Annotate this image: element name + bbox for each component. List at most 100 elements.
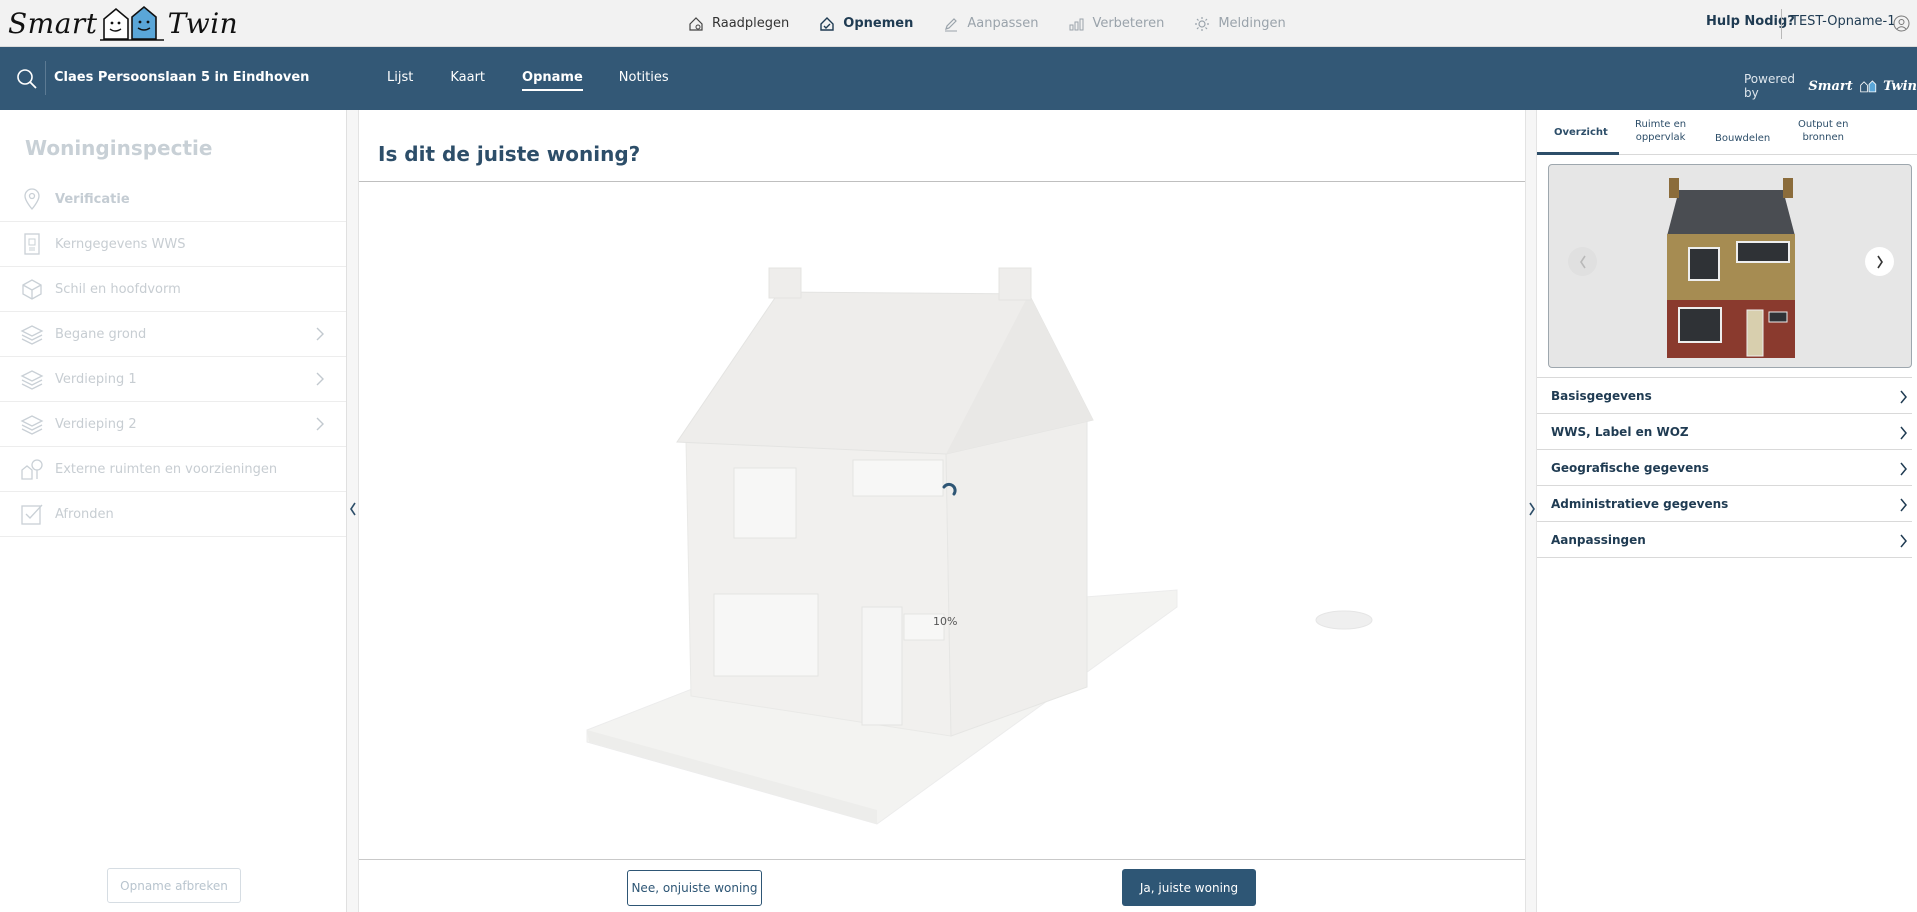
- powered-brand-smart: Smart: [1808, 78, 1853, 94]
- chevron-right-icon: [316, 372, 324, 386]
- tab-label-line-1: Output en: [1798, 119, 1849, 130]
- sidebar-item-verificatie[interactable]: Verificatie: [0, 177, 346, 222]
- user-name[interactable]: TEST-Opname-1: [1791, 14, 1896, 29]
- house-3d-viewer[interactable]: 10%: [359, 182, 1525, 859]
- accordion-label: Aanpassingen: [1551, 532, 1646, 547]
- tab-bouwdelen[interactable]: Bouwdelen: [1715, 132, 1770, 145]
- sidebar-item-verdieping-1[interactable]: Verdieping 1: [0, 357, 346, 402]
- tab-notities[interactable]: Notities: [619, 70, 669, 91]
- main-navigation: Raadplegen Opnemen Aanpassen Verbeteren …: [688, 0, 1286, 47]
- accordion-label: Geografische gegevens: [1551, 460, 1709, 475]
- sidebar-item-label: Verificatie: [55, 191, 130, 207]
- chevron-left-icon: [1579, 255, 1586, 268]
- accordion-basisgegevens[interactable]: Basisgegevens: [1537, 378, 1912, 414]
- house-check-icon: [820, 16, 834, 31]
- smart-twin-logo[interactable]: Smart Twin: [8, 4, 238, 42]
- powered-brand-twin: Twin: [1883, 78, 1917, 94]
- nav-aanpassen-label: Aanpassen: [967, 16, 1039, 31]
- powered-by-label: Powered by: [1744, 72, 1796, 100]
- tab-bouwdelen-label: Bouwdelen: [1715, 133, 1771, 144]
- abort-inspection-button[interactable]: Opname afbreken: [107, 868, 241, 903]
- house-3d-model: [586, 267, 1373, 825]
- property-panel: Overzicht Ruimte en oppervlak Bouwdelen …: [1537, 110, 1917, 912]
- active-tab-indicator: [1537, 152, 1619, 155]
- chevron-right-icon: [1900, 462, 1907, 476]
- tab-overzicht-label: Overzicht: [1554, 127, 1608, 138]
- logo-text-smart: Smart: [8, 6, 98, 40]
- search-icon[interactable]: [16, 68, 38, 90]
- chevron-left-icon: [350, 502, 356, 516]
- sidebar-item-label: Externe ruimten en voorzieningen: [55, 461, 278, 477]
- chevron-right-icon: [316, 327, 324, 341]
- house-search-icon: [689, 16, 703, 31]
- confirm-house-button[interactable]: Ja, juiste woning: [1122, 869, 1256, 906]
- layers-icon: [20, 370, 44, 390]
- house-render-image: [1665, 176, 1797, 358]
- sidebar-item-begane-grond[interactable]: Begane grond: [0, 312, 346, 357]
- divider: [45, 61, 46, 95]
- tab-kaart[interactable]: Kaart: [450, 70, 485, 91]
- address-title: Claes Persoonslaan 5 in Eindhoven: [54, 70, 310, 85]
- wrong-house-button[interactable]: Nee, onjuiste woning: [627, 870, 762, 906]
- tab-label-line-1: Ruimte en: [1635, 119, 1687, 130]
- accordion-wws-label-woz[interactable]: WWS, Label en WOZ: [1537, 414, 1912, 450]
- nav-opnemen[interactable]: Opnemen: [819, 16, 913, 32]
- tab-ruimte-oppervlak[interactable]: Ruimte en oppervlak: [1635, 118, 1686, 144]
- location-pin-icon: [24, 188, 40, 210]
- tab-lijst[interactable]: Lijst: [387, 70, 413, 91]
- tab-overzicht[interactable]: Overzicht: [1554, 126, 1608, 139]
- tree-house-icon: [21, 459, 43, 480]
- sidebar-item-label: Verdieping 1: [55, 371, 137, 387]
- powered-by: Powered by Smart Twin: [1744, 72, 1917, 100]
- layers-icon: [20, 415, 44, 435]
- chevron-right-icon: [1900, 498, 1907, 512]
- document-icon: [24, 233, 40, 255]
- logo-small-icon: [1859, 80, 1876, 93]
- top-bar: Smart Twin Raadplegen Opnemen Aanpassen …: [0, 0, 1917, 47]
- collapse-left-handle[interactable]: [347, 110, 359, 912]
- collapse-right-handle[interactable]: [1525, 110, 1537, 912]
- loading-percentage: 10%: [933, 615, 958, 628]
- next-photo-button[interactable]: [1865, 247, 1894, 276]
- sidebar-item-afronden[interactable]: Afronden: [0, 492, 346, 537]
- nav-meldingen[interactable]: Meldingen: [1194, 16, 1286, 32]
- nav-aanpassen[interactable]: Aanpassen: [943, 16, 1038, 32]
- chevron-right-icon: [316, 417, 324, 431]
- layers-icon: [20, 325, 44, 345]
- accordion-label: WWS, Label en WOZ: [1551, 424, 1689, 439]
- previous-photo-button[interactable]: [1568, 247, 1597, 276]
- chart-improve-icon: [1069, 18, 1084, 30]
- sidebar-item-kerngegevens[interactable]: Kerngegevens WWS: [0, 222, 346, 267]
- sidebar-item-label: Verdieping 2: [55, 416, 137, 432]
- divider: [359, 859, 1525, 860]
- nav-verbeteren[interactable]: Verbeteren: [1068, 16, 1164, 32]
- sidebar-item-label: Schil en hoofdvorm: [55, 281, 181, 297]
- nav-raadplegen[interactable]: Raadplegen: [688, 16, 789, 32]
- accordion-geografische-gegevens[interactable]: Geografische gegevens: [1537, 450, 1912, 486]
- sidebar-item-schil[interactable]: Schil en hoofdvorm: [0, 267, 346, 312]
- chevron-right-icon: [1876, 255, 1883, 268]
- sidebar-item-verdieping-2[interactable]: Verdieping 2: [0, 402, 346, 447]
- gear-icon: [1195, 16, 1210, 31]
- cube-icon: [22, 279, 42, 300]
- tab-output-bronnen[interactable]: Output en bronnen: [1798, 118, 1848, 144]
- accordion-aanpassingen[interactable]: Aanpassingen: [1537, 522, 1912, 558]
- checkbox-icon: [21, 504, 43, 525]
- accordion-administratieve-gegevens[interactable]: Administratieve gegevens: [1537, 486, 1912, 522]
- property-accordion: Basisgegevens WWS, Label en WOZ Geografi…: [1537, 377, 1912, 558]
- sidebar-item-externe-ruimten[interactable]: Externe ruimten en voorzieningen: [0, 447, 346, 492]
- inspection-sidebar: Woninginspectie Verificatie Kerngegevens…: [0, 110, 347, 912]
- chevron-right-icon: [1900, 426, 1907, 440]
- logo-text-twin: Twin: [167, 6, 239, 40]
- tab-label-line-2: bronnen: [1802, 132, 1844, 143]
- nav-raadplegen-label: Raadplegen: [712, 16, 790, 31]
- edit-icon: [945, 17, 958, 31]
- sub-tabs: Lijst Kaart Opname Notities: [387, 70, 669, 91]
- user-avatar-icon[interactable]: [1893, 15, 1910, 32]
- property-tabs: Overzicht Ruimte en oppervlak Bouwdelen …: [1537, 110, 1917, 155]
- page-title: Is dit de juiste woning?: [378, 142, 641, 166]
- tab-label-line-2: oppervlak: [1635, 132, 1686, 143]
- sidebar-item-label: Afronden: [55, 506, 114, 522]
- nav-meldingen-label: Meldingen: [1218, 16, 1286, 31]
- tab-opname[interactable]: Opname: [522, 70, 583, 91]
